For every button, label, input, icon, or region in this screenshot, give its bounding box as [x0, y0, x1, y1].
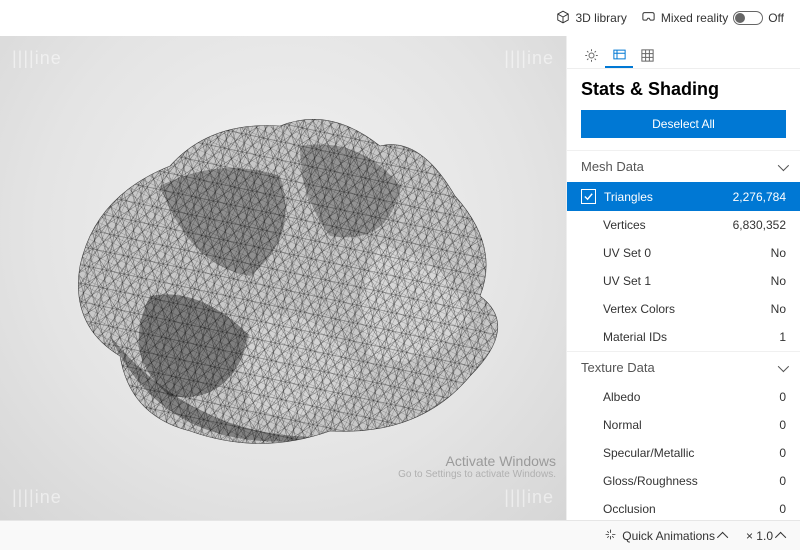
row-value: No: [771, 274, 786, 288]
tab-environment[interactable]: [577, 42, 605, 68]
mesh-row-vertices[interactable]: Vertices 6,830,352: [567, 211, 800, 239]
deselect-all-button[interactable]: Deselect All: [581, 110, 786, 138]
texture-row-gloss[interactable]: Gloss/Roughness 0: [567, 467, 800, 495]
row-label: UV Set 1: [603, 274, 651, 288]
panel-tabs: [567, 36, 800, 69]
panel-title: Stats & Shading: [567, 69, 800, 110]
row-label: Triangles: [604, 190, 653, 204]
3d-library-label: 3D library: [575, 11, 626, 25]
row-label: Albedo: [603, 390, 640, 404]
properties-sidepanel: Stats & Shading Deselect All Mesh Data T…: [566, 36, 800, 520]
mixed-reality-button[interactable]: Mixed reality Off: [641, 10, 784, 27]
row-value: No: [771, 302, 786, 316]
chevron-up-icon: [775, 531, 786, 542]
sparkle-icon: [604, 528, 617, 544]
mesh-row-uvset1[interactable]: UV Set 1 No: [567, 267, 800, 295]
chevron-down-icon: [778, 360, 789, 371]
mesh-row-triangles[interactable]: Triangles 2,276,784: [567, 182, 800, 211]
texture-row-specular[interactable]: Specular/Metallic 0: [567, 439, 800, 467]
row-label: Material IDs: [603, 330, 667, 344]
row-label: Vertices: [603, 218, 646, 232]
mixed-reality-state: Off: [768, 11, 784, 25]
row-label: Specular/Metallic: [603, 446, 694, 460]
mesh-row-material-ids[interactable]: Material IDs 1: [567, 323, 800, 351]
row-value: 0: [779, 446, 786, 460]
row-label: Vertex Colors: [603, 302, 675, 316]
headset-icon: [641, 10, 656, 27]
zoom-control[interactable]: × 1.0: [746, 529, 786, 543]
texture-row-normal[interactable]: Normal 0: [567, 411, 800, 439]
row-value: 0: [779, 390, 786, 404]
3d-library-button[interactable]: 3D library: [556, 10, 626, 27]
status-bar: Quick Animations × 1.0: [0, 520, 800, 550]
mesh-row-vertex-colors[interactable]: Vertex Colors No: [567, 295, 800, 323]
section-texture-data[interactable]: Texture Data: [567, 351, 800, 383]
texture-row-albedo[interactable]: Albedo 0: [567, 383, 800, 411]
row-label: Normal: [603, 418, 642, 432]
section-mesh-title: Mesh Data: [581, 159, 644, 174]
mesh-row-uvset0[interactable]: UV Set 0 No: [567, 239, 800, 267]
chevron-up-icon: [717, 531, 728, 542]
chevron-down-icon: [778, 159, 789, 170]
section-texture-title: Texture Data: [581, 360, 655, 375]
mixed-reality-label: Mixed reality: [661, 11, 728, 25]
section-mesh-data[interactable]: Mesh Data: [567, 150, 800, 182]
tab-grid[interactable]: [633, 42, 661, 68]
top-toolbar: 3D library Mixed reality Off: [0, 0, 800, 36]
row-value: 0: [779, 474, 786, 488]
row-value: 0: [779, 418, 786, 432]
row-label: Gloss/Roughness: [603, 474, 698, 488]
3d-viewport[interactable]: ||||ine ||||ine ||||ine ||||ine Activate…: [0, 36, 566, 520]
tab-stats-shading[interactable]: [605, 42, 633, 68]
row-value: 6,830,352: [733, 218, 786, 232]
quick-animations-button[interactable]: Quick Animations: [604, 528, 728, 544]
texture-row-occlusion[interactable]: Occlusion 0: [567, 495, 800, 520]
row-value: 0: [779, 502, 786, 516]
checkbox-checked-icon: [581, 189, 596, 204]
quick-animations-label: Quick Animations: [622, 529, 715, 543]
cube-icon: [556, 10, 570, 27]
zoom-label: × 1.0: [746, 529, 773, 543]
row-value: 1: [779, 330, 786, 344]
row-label: UV Set 0: [603, 246, 651, 260]
row-label: Occlusion: [603, 502, 656, 516]
mixed-reality-toggle[interactable]: [733, 11, 763, 25]
row-value: No: [771, 246, 786, 260]
row-value: 2,276,784: [733, 190, 786, 204]
